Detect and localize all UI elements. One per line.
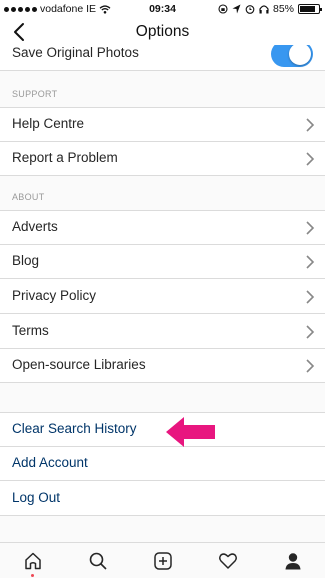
save-original-photos-label: Save Original Photos [12,45,139,60]
add-icon [153,552,172,570]
heart-icon [218,553,237,569]
toggle-knob [289,43,311,65]
log-out-row[interactable]: Log Out [0,482,325,516]
tab-bar [0,542,325,578]
log-out-label: Log Out [12,490,61,505]
support-header-label: SUPPORT [12,89,58,99]
bottom-spacer [0,516,325,542]
about-section-header: ABOUT [0,176,325,211]
nav-title: Options [135,23,190,40]
tab-activity[interactable] [195,543,260,578]
nav-bar-cover: Options [0,17,325,45]
report-problem-label: Report a Problem [12,150,118,165]
privacy-policy-label: Privacy Policy [12,288,97,303]
chevron-right-icon [306,221,315,235]
chevron-right-icon [306,255,315,269]
tab-search[interactable] [65,543,130,578]
section-spacer [0,383,325,413]
tab-profile[interactable] [260,543,325,578]
headphone-icon [259,5,269,14]
notification-dot [31,574,34,577]
open-source-libraries-row[interactable]: Open-source Libraries [0,349,325,383]
alarm-clock-icon [245,5,255,14]
adverts-label: Adverts [12,219,58,234]
help-centre-row[interactable]: Help Centre [0,108,325,142]
battery-level-text: 85% [272,3,294,15]
add-account-row[interactable]: Add Account [0,447,325,481]
blog-label: Blog [12,253,40,268]
chevron-right-icon [306,118,315,132]
profile-icon [285,553,300,570]
chevron-right-icon [306,325,315,339]
blog-row[interactable]: Blog [0,245,325,279]
status-right-icons: 85% [218,3,322,15]
location-arrow-icon [232,4,241,14]
tab-home[interactable] [0,543,65,578]
adverts-row[interactable]: Adverts [0,211,325,245]
chevron-right-icon [306,152,315,166]
annotation-arrow-icon [166,417,215,447]
terms-row[interactable]: Terms [0,315,325,349]
clear-search-history-label: Clear Search History [12,421,137,436]
support-section-header: SUPPORT [0,71,325,108]
chevron-right-icon [306,290,315,304]
tab-add[interactable] [130,543,195,578]
add-account-label: Add Account [12,455,88,470]
privacy-policy-row[interactable]: Privacy Policy [0,280,325,314]
about-header-label: ABOUT [12,192,45,202]
chevron-right-icon [306,359,315,373]
status-bar-top: vodafone IE 09:34 85% [0,0,325,17]
battery-indicator-icon [298,4,322,14]
help-centre-label: Help Centre [12,116,85,131]
open-source-libraries-label: Open-source Libraries [12,357,146,372]
home-icon [24,552,41,570]
clear-search-history-row[interactable]: Clear Search History [0,413,325,447]
orientation-lock-icon [218,4,228,14]
terms-label: Terms [12,323,49,338]
report-problem-row[interactable]: Report a Problem [0,142,325,176]
search-icon [89,552,107,570]
